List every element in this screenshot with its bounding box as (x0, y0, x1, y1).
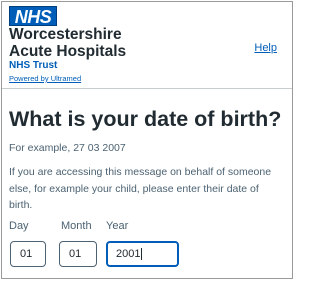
body-text: If you are accessing this message on beh… (9, 164, 282, 214)
organisation-subtitle: NHS Trust (9, 60, 58, 71)
year-input[interactable]: 2001 (106, 241, 179, 267)
organisation-name-line2: Acute Hospitals (9, 42, 127, 60)
app-window: NHS Worcestershire Acute Hospitals NHS T… (1, 1, 293, 279)
organisation-name: Worcestershire Acute Hospitals (9, 26, 127, 60)
year-input-value: 2001 (116, 248, 141, 260)
body-text-line3: birth. (9, 199, 33, 211)
month-input-value: 01 (69, 248, 82, 260)
page-title: What is your date of birth? (9, 107, 282, 131)
year-label: Year (106, 220, 129, 232)
day-input-value: 01 (20, 248, 33, 260)
header: NHS Worcestershire Acute Hospitals NHS T… (2, 2, 292, 89)
powered-by-link[interactable]: Powered by Ultramed (9, 74, 81, 83)
month-input[interactable]: 01 (59, 241, 97, 267)
text-cursor (141, 248, 143, 261)
day-label: Day (9, 220, 29, 232)
main-content: What is your date of birth? For example,… (9, 106, 282, 267)
organisation-name-line1: Worcestershire (9, 26, 122, 43)
month-label: Month (61, 220, 92, 232)
nhs-logo: NHS (9, 6, 57, 27)
body-text-line1: If you are accessing this message on beh… (9, 166, 272, 178)
hint-text: For example, 27 03 2007 (9, 142, 126, 154)
day-input[interactable]: 01 (10, 241, 46, 267)
help-link[interactable]: Help (254, 42, 277, 54)
body-text-line2: else, for example your child, please ent… (9, 182, 259, 195)
